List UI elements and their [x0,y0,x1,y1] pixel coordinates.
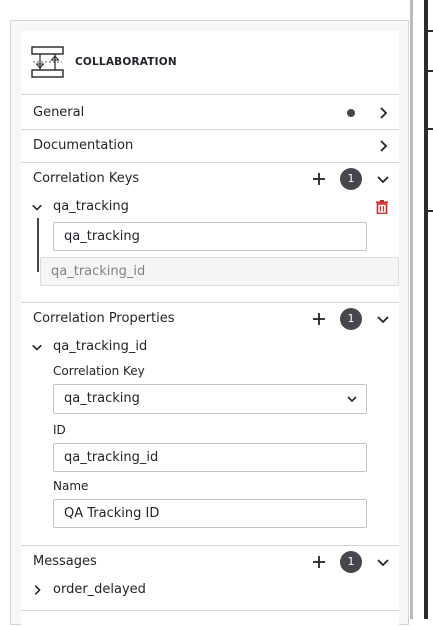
panel-header: COLLABORATION [21,31,399,95]
correlation-key-select-value: qa_tracking [64,391,140,406]
correlation-key-select-label: Correlation Key [53,364,145,378]
section-correlation-properties-label[interactable]: Correlation Properties [33,311,175,326]
collaboration-icon [31,46,64,78]
chevron-down-icon [347,396,357,403]
id-input[interactable]: qa_tracking_id [53,443,367,472]
element-type-title: COLLABORATION [75,56,177,68]
canvas-edge [410,0,433,619]
correlation-properties-count-badge: 1 [340,308,362,330]
name-label: Name [53,479,89,493]
divider [21,129,399,130]
chevron-down-icon[interactable] [376,172,390,186]
delete-icon[interactable] [376,200,388,214]
correlation-key-entry-label[interactable]: qa_tracking [53,199,129,214]
correlation-key-select[interactable]: qa_tracking [53,384,367,414]
id-label: ID [53,423,66,437]
chevron-right-icon[interactable] [376,139,390,153]
correlation-key-property-field[interactable]: qa_tracking_id [40,257,399,286]
divider [21,162,399,163]
properties-panel [21,31,399,626]
divider [21,610,399,611]
add-correlation-property-button[interactable] [312,312,326,326]
messages-count-badge: 1 [340,551,362,573]
correlation-key-name-input[interactable]: qa_tracking [53,222,367,251]
divider [21,545,399,546]
chevron-right-icon[interactable] [376,106,390,120]
chevron-down-icon[interactable] [31,201,43,213]
add-message-button[interactable] [312,555,326,569]
nesting-line [37,218,39,272]
has-content-indicator [347,109,355,117]
add-correlation-key-button[interactable] [312,172,326,186]
section-documentation-label[interactable]: Documentation [33,138,133,153]
section-correlation-keys-label[interactable]: Correlation Keys [33,171,139,186]
chevron-right-icon[interactable] [31,584,43,596]
chevron-down-icon[interactable] [376,312,390,326]
correlation-property-entry-label[interactable]: qa_tracking_id [53,339,147,354]
section-messages-label[interactable]: Messages [33,554,97,569]
correlation-keys-count-badge: 1 [340,168,362,190]
message-entry-label[interactable]: order_delayed [53,582,146,597]
chevron-down-icon[interactable] [31,341,43,353]
chevron-down-icon[interactable] [376,555,390,569]
divider [21,302,399,303]
name-input[interactable]: QA Tracking ID [53,499,367,528]
section-general-label[interactable]: General [33,105,84,120]
